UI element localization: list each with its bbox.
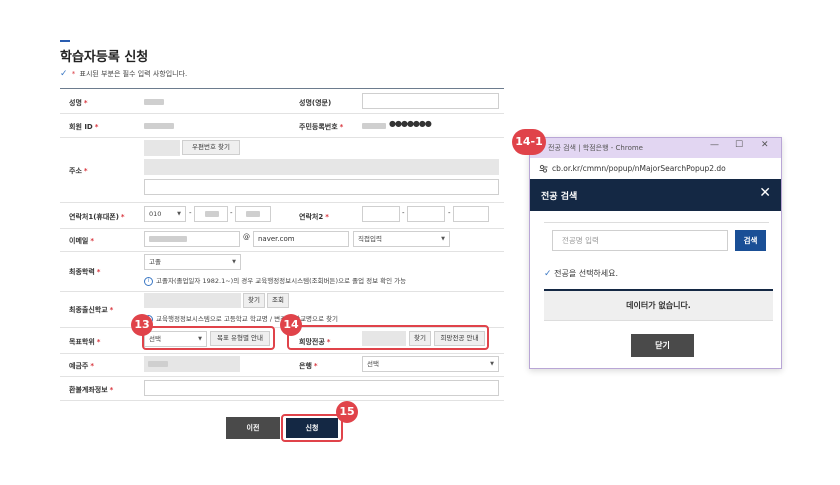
form-row-phone: 연락처1(휴대폰) * 010 ▼ - - 연락처2 * - - [60, 202, 504, 229]
form-row-name: 성명 * 성명(영문) [60, 89, 504, 114]
form-row-depositor: 예금주 * 은행 * 선택 ▼ [60, 353, 504, 377]
required-note: ✓ * 표시된 부분은 필수 입력 사항입니다. [60, 69, 188, 79]
page-title: 학습자등록 신청 [60, 50, 149, 65]
school-label: 최종출신학교 * [69, 306, 114, 314]
badge-14: 14 [280, 314, 302, 336]
chevron-down-icon: ▼ [177, 211, 181, 217]
member-id-value [144, 123, 174, 129]
url-text: cb.or.kr/cmmn/popup/nMajorSearchPopup2.d… [552, 164, 726, 173]
form-row-email: 이메일 * @ naver.com 직접입력 ▼ [60, 228, 504, 252]
dash-2: - [230, 209, 233, 217]
popup-close-button[interactable]: 닫기 [631, 334, 694, 357]
address-label: 주소 * [69, 167, 88, 175]
chrome-title-bar: 전공 검색 | 학점은행 - Chrome — ☐ ✕ [530, 138, 781, 158]
school-lookup-button[interactable]: 조회 [267, 293, 289, 308]
bank-select[interactable]: 선택 ▼ [362, 356, 499, 372]
popup-header: 전공 검색 ✕ [530, 179, 781, 211]
rrn-masked: ●●●●●●● [389, 119, 432, 128]
name-en-input[interactable] [362, 93, 499, 109]
name-value [144, 99, 164, 105]
phone2-last-input[interactable] [453, 206, 489, 222]
dash-1: - [189, 209, 192, 217]
prev-button[interactable]: 이전 [226, 417, 280, 439]
rrn-label: 주민등록번호 * [299, 123, 344, 131]
badge-15: 15 [336, 401, 358, 423]
address-line1-field [144, 159, 499, 175]
phone1-last-input[interactable] [235, 206, 271, 222]
minimize-icon[interactable]: — [710, 140, 719, 150]
dash-4: - [448, 209, 451, 217]
badge-13: 13 [131, 314, 153, 336]
school-find-button[interactable]: 찾기 [243, 293, 265, 308]
phone2-mid-input[interactable] [407, 206, 445, 222]
form-row-refund: 환불계좌정보 * [60, 376, 504, 401]
dash-3: - [402, 209, 405, 217]
depositor-label: 예금주 * [69, 362, 94, 370]
check-circle-icon: ✓ [60, 69, 68, 79]
name-label: 성명 * [69, 99, 88, 107]
email-domain-input[interactable]: naver.com [253, 231, 349, 247]
title-accent-bar [60, 40, 70, 42]
form-row-education: 최종학력 * 고졸 ▼ i 고졸자(졸업일자 1982.1~)의 경우 교육행정정보시… [60, 251, 504, 292]
school-info: i교육행정정보시스템으로 고등학교 학교명 / 변경된 학교명으로 찾기 [144, 313, 338, 324]
name-en-label: 성명(영문) [299, 99, 332, 107]
submit-button[interactable]: 신청 [286, 418, 338, 438]
form-row-address: 주소 * 우편번호 찾기 [60, 137, 504, 203]
school-field [144, 293, 241, 308]
required-star: * [71, 70, 76, 78]
empty-message: 데이터가 없습니다. [544, 291, 773, 321]
phone2-label: 연락처2 * [299, 213, 329, 221]
maximize-icon[interactable]: ☐ [735, 140, 743, 150]
rrn-front-value [362, 123, 386, 129]
email-domain-select[interactable]: 직접입력 ▼ [353, 231, 450, 247]
window-title: 전공 검색 | 학점은행 - Chrome [548, 144, 643, 152]
email-id-input[interactable] [144, 231, 240, 247]
window-close-icon[interactable]: ✕ [761, 140, 769, 150]
divider [544, 222, 769, 223]
refund-account-input[interactable] [144, 380, 499, 396]
education-info: i 고졸자(졸업일자 1982.1~)의 경우 교육행정정보시스템(조회버튼)으로… [144, 275, 406, 286]
education-select[interactable]: 고졸 ▼ [144, 254, 241, 270]
phone1-mid-input[interactable] [194, 206, 228, 222]
popup-title: 전공 검색 [541, 192, 578, 202]
close-icon[interactable]: ✕ [759, 185, 771, 201]
major-search-input[interactable]: 전공명 입력 [552, 230, 728, 251]
phone2-prefix-input[interactable] [362, 206, 400, 222]
registration-form: 성명 * 성명(영문) 회원 ID * 주민등록번호 * ●●●●●●● 주소 * 우편… [60, 88, 504, 401]
address-bar[interactable]: cb.or.kr/cmmn/popup/nMajorSearchPopup2.d… [530, 158, 781, 180]
phone1-label: 연락처1(휴대폰) * [69, 213, 125, 221]
chevron-down-icon: ▼ [441, 236, 445, 242]
info-icon: i [144, 276, 153, 286]
refund-label: 환불계좌정보 * [69, 386, 114, 394]
highlight-13 [142, 326, 275, 350]
site-settings-icon [539, 164, 548, 173]
zip-search-button[interactable]: 우편번호 찾기 [182, 140, 240, 155]
chevron-down-icon: ▼ [490, 361, 494, 367]
select-prompt: ✓ 전공을 선택하세요. [544, 269, 619, 279]
chevron-down-icon: ▼ [232, 259, 236, 265]
degree-label: 목표학위 * [69, 338, 101, 346]
check-circle-icon: ✓ [544, 269, 552, 279]
depositor-field [144, 356, 240, 372]
major-search-popup: 전공 검색 | 학점은행 - Chrome — ☐ ✕ cb.or.kr/cmm… [529, 137, 782, 369]
form-row-member-id: 회원 ID * 주민등록번호 * ●●●●●●● [60, 113, 504, 138]
bank-label: 은행 * [299, 362, 318, 370]
email-at: @ [243, 233, 250, 241]
member-id-label: 회원 ID * [69, 123, 99, 131]
highlight-14 [287, 325, 489, 350]
badge-14-1: 14-1 [512, 129, 546, 155]
phone1-prefix-select[interactable]: 010 ▼ [144, 206, 186, 222]
email-label: 이메일 * [69, 237, 94, 245]
zipcode-field [144, 140, 180, 156]
search-button[interactable]: 검색 [735, 230, 766, 251]
address-line2-input[interactable] [144, 179, 499, 195]
education-label: 최종학력 * [69, 268, 101, 276]
